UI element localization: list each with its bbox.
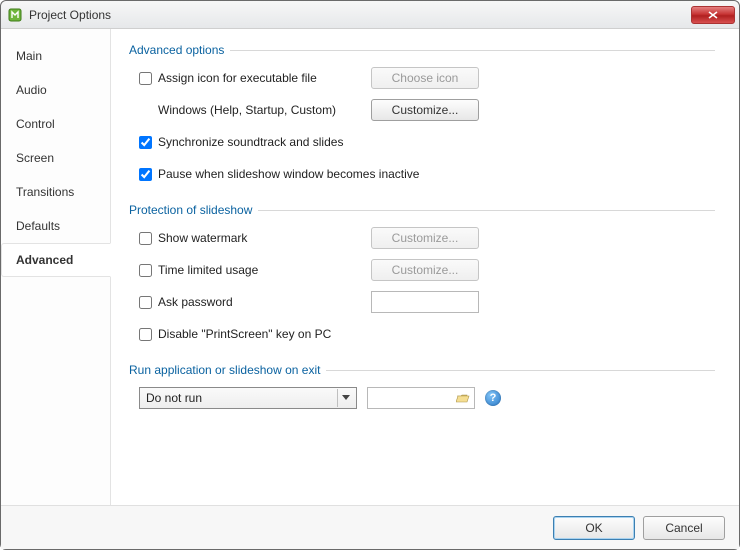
dialog-footer: OK Cancel — [1, 505, 739, 549]
cancel-button[interactable]: Cancel — [643, 516, 725, 540]
label-time-limited: Time limited usage — [158, 263, 258, 277]
folder-open-icon[interactable] — [454, 390, 472, 406]
checkbox-disable-printscreen[interactable] — [139, 328, 152, 341]
tab-screen[interactable]: Screen — [1, 141, 111, 175]
tab-defaults[interactable]: Defaults — [1, 209, 111, 243]
password-field[interactable] — [371, 291, 479, 313]
divider — [258, 210, 715, 211]
choose-icon-button[interactable]: Choose icon — [371, 67, 479, 89]
label-synchronize: Synchronize soundtrack and slides — [158, 135, 343, 149]
tab-label: Advanced — [16, 253, 73, 267]
run-on-exit-combo[interactable]: Do not run — [139, 387, 357, 409]
titlebar: Project Options — [1, 1, 739, 29]
group-title-run-on-exit: Run application or slideshow on exit — [129, 363, 715, 377]
checkbox-synchronize[interactable] — [139, 136, 152, 149]
run-on-exit-path-input[interactable] — [367, 387, 475, 409]
tab-advanced[interactable]: Advanced — [1, 243, 111, 277]
checkbox-time-limited[interactable] — [139, 264, 152, 277]
group-title-text: Run application or slideshow on exit — [129, 363, 320, 377]
label-watermark: Show watermark — [158, 231, 247, 245]
tab-label: Transitions — [16, 185, 74, 199]
tab-label: Control — [16, 117, 55, 131]
chevron-down-icon — [337, 389, 354, 407]
group-run-on-exit: Run application or slideshow on exit Do … — [129, 363, 715, 409]
tab-label: Audio — [16, 83, 47, 97]
ok-button[interactable]: OK — [553, 516, 635, 540]
group-protection: Protection of slideshow Show watermark C… — [129, 203, 715, 345]
checkbox-ask-password[interactable] — [139, 296, 152, 309]
label-disable-printscreen: Disable "PrintScreen" key on PC — [158, 327, 331, 341]
group-title-text: Protection of slideshow — [129, 203, 252, 217]
checkbox-watermark[interactable] — [139, 232, 152, 245]
divider — [230, 50, 715, 51]
project-options-window: Project Options Main Audio Control Scree… — [0, 0, 740, 550]
tab-audio[interactable]: Audio — [1, 73, 111, 107]
window-title: Project Options — [29, 8, 691, 22]
customize-windows-button[interactable]: Customize... — [371, 99, 479, 121]
group-title-advanced: Advanced options — [129, 43, 715, 57]
dialog-body: Main Audio Control Screen Transitions De… — [1, 29, 739, 505]
sidebar: Main Audio Control Screen Transitions De… — [1, 29, 111, 505]
group-title-protection: Protection of slideshow — [129, 203, 715, 217]
group-title-text: Advanced options — [129, 43, 224, 57]
app-icon — [7, 7, 23, 23]
content-panel: Advanced options Assign icon for executa… — [111, 29, 739, 505]
label-ask-password: Ask password — [158, 295, 233, 309]
label-windows: Windows (Help, Startup, Custom) — [158, 103, 336, 117]
customize-watermark-button[interactable]: Customize... — [371, 227, 479, 249]
group-advanced-options: Advanced options Assign icon for executa… — [129, 43, 715, 185]
tab-control[interactable]: Control — [1, 107, 111, 141]
tab-label: Screen — [16, 151, 54, 165]
tab-main[interactable]: Main — [1, 39, 111, 73]
divider — [326, 370, 715, 371]
checkbox-assign-icon[interactable] — [139, 72, 152, 85]
close-button[interactable] — [691, 6, 735, 24]
checkbox-pause-inactive[interactable] — [139, 168, 152, 181]
customize-time-limited-button[interactable]: Customize... — [371, 259, 479, 281]
tab-label: Main — [16, 49, 42, 63]
help-icon[interactable]: ? — [485, 390, 501, 406]
label-pause-inactive: Pause when slideshow window becomes inac… — [158, 167, 419, 181]
tab-transitions[interactable]: Transitions — [1, 175, 111, 209]
label-assign-icon: Assign icon for executable file — [158, 71, 317, 85]
combo-value: Do not run — [146, 391, 202, 405]
tab-label: Defaults — [16, 219, 60, 233]
